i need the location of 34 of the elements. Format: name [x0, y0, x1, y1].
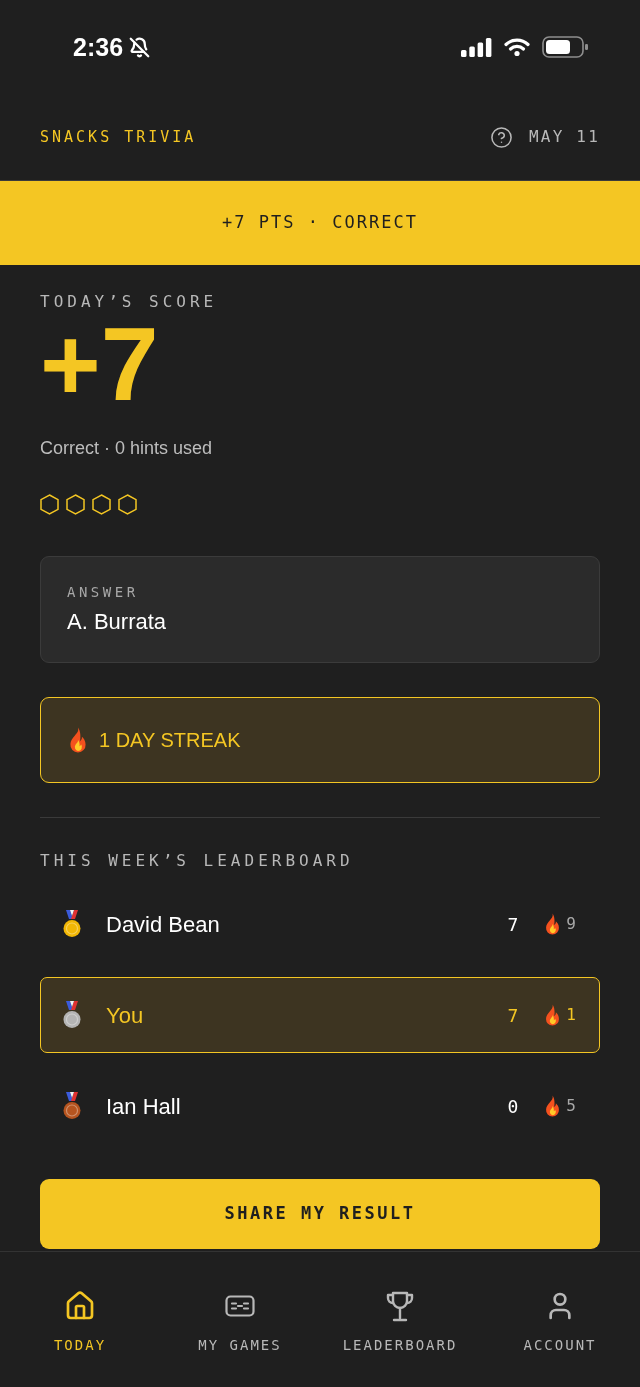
wifi-icon — [504, 37, 530, 57]
player-name: Ian Hall — [106, 1092, 181, 1121]
player-points: 7 — [507, 912, 519, 937]
trophy-icon — [386, 1290, 414, 1322]
nav-tab[interactable]: TODAY — [0, 1252, 160, 1387]
answer-label: ANSWER — [67, 583, 139, 601]
banner-text: +7 PTS · CORRECT — [222, 211, 418, 235]
home-icon — [64, 1290, 96, 1322]
status-time: 2:36 — [73, 34, 124, 60]
date-label: MAY 11 — [529, 126, 600, 148]
score-summary: Correct · 0 hints used — [40, 437, 213, 460]
score-value: +7 — [40, 312, 159, 416]
player-name: You — [106, 1001, 144, 1030]
fire-icon — [67, 727, 89, 753]
share-result-button[interactable]: SHARE MY RESULT — [40, 1179, 600, 1249]
nav-tab[interactable]: MY GAMES — [160, 1252, 320, 1387]
muted-bell-icon — [129, 36, 151, 58]
nav-tab[interactable]: ACCOUNT — [480, 1252, 640, 1387]
nav-tab[interactable]: LEADERBOARD — [320, 1252, 480, 1387]
answer-value: A. Burrata — [67, 609, 167, 635]
help-icon[interactable] — [490, 125, 513, 149]
player-points: 7 — [507, 1003, 519, 1028]
card-icon — [225, 1295, 255, 1317]
player-points: 0 — [507, 1094, 519, 1119]
leaderboard-title: THIS WEEK’S LEADERBOARD — [40, 851, 354, 871]
streak-text: 1 DAY STREAK — [99, 728, 241, 753]
player-streak: 5 — [566, 1095, 576, 1117]
battery-icon — [542, 36, 589, 58]
app-title: SNACKS TRIVIA — [40, 126, 197, 148]
score-label: TODAY’S SCORE — [40, 292, 218, 312]
player-streak: 1 — [566, 1004, 576, 1026]
signal-icon — [461, 37, 492, 57]
player-name: David Bean — [106, 910, 220, 939]
player-streak: 9 — [566, 913, 576, 935]
